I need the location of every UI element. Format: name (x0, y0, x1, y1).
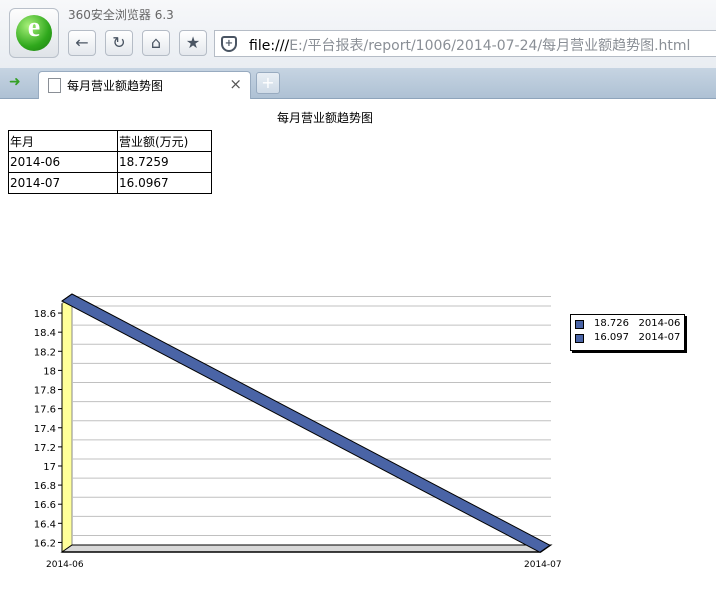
table-row: 2014-07 16.0967 (8, 172, 212, 194)
legend-text: 16.097 2014-07 (594, 332, 680, 343)
address-bar[interactable]: + file:///E:/平台报表/report/1006/2014-07-24… (214, 30, 716, 57)
y-tick-label: 16.4 (34, 519, 56, 530)
y-tick-label: 16.6 (34, 500, 56, 511)
table-cell: 18.7259 (117, 151, 212, 173)
data-point (61, 293, 73, 302)
star-icon: ★ (185, 33, 201, 52)
chart-legend: 18.726 2014-06 16.097 2014-07 (570, 314, 685, 351)
chart-side-wall (61, 295, 73, 553)
logo-letter: e (27, 12, 41, 43)
y-tick-label: 18.2 (34, 347, 56, 358)
y-tick-label: 17.6 (34, 405, 56, 416)
table-header-row: 年月 营业额(万元) (8, 130, 212, 152)
back-arrow-icon: ← (75, 33, 89, 52)
data-point (539, 544, 551, 553)
tab-active[interactable]: 每月营业额趋势图 × (38, 71, 251, 99)
table-cell: 16.0967 (117, 172, 212, 194)
legend-label: 2014-06 (638, 318, 681, 329)
address-url[interactable]: file:///E:/平台报表/report/1006/2014-07-24/每… (249, 35, 690, 55)
legend-label: 2014-07 (638, 332, 681, 343)
shield-icon[interactable]: + (221, 36, 237, 52)
browser-logo-icon[interactable]: e (9, 8, 59, 58)
x-tick-label: 2014-07 (524, 560, 562, 570)
table-cell: 2014-06 (8, 151, 118, 173)
legend-value: 16.097 (594, 332, 629, 343)
header-cell-month: 年月 (8, 130, 118, 152)
page-title: 每月营业额趋势图 (276, 111, 373, 125)
legend-swatch (575, 320, 584, 329)
home-icon: ⌂ (150, 33, 162, 52)
legend-value: 18.726 (594, 318, 629, 329)
y-tick-label: 17.4 (34, 424, 56, 435)
refresh-button[interactable]: ↻ (105, 30, 133, 56)
chart-grid (60, 295, 553, 553)
chart-y-ticks: 18.6 18.4 18.2 18 17.8 17.6 17.4 17.2 17 16.8 16.6… (34, 309, 62, 549)
table-row: 2014-06 18.7259 (8, 151, 212, 173)
legend-text: 18.726 2014-06 (594, 318, 680, 329)
legend-swatch (575, 334, 584, 343)
y-tick-label: 17.8 (34, 386, 56, 397)
document-icon (48, 78, 61, 93)
address-prefix: file:/// (249, 38, 290, 54)
header-cell-revenue: 营业额(万元) (117, 130, 212, 152)
y-tick-label: 17.2 (34, 443, 56, 454)
y-tick-label: 16.2 (34, 538, 56, 549)
chart-x-labels: 2014-06 2014-07 (46, 560, 562, 570)
refresh-icon: ↻ (112, 33, 126, 52)
app-name: 360安全浏览器 6.3 (68, 8, 174, 22)
tab-title: 每月营业额趋势图 (67, 79, 164, 93)
chart-series (61, 293, 551, 553)
y-tick-label: 16.8 (34, 481, 56, 492)
y-tick-label: 18.6 (34, 309, 56, 320)
chart-floor (60, 544, 553, 553)
y-tick-label: 18.4 (34, 328, 56, 339)
sidebar-toggle-icon[interactable]: ➜ (9, 74, 27, 90)
series-line (61, 293, 551, 553)
close-tab-icon[interactable]: × (229, 75, 242, 93)
browser-toolbar: e 360安全浏览器 6.3 ← ↻ ⌂ ★ + file:///E:/平台报表… (0, 0, 716, 69)
tab-bar: ➜ 每月营业额趋势图 × + (0, 68, 716, 99)
home-button[interactable]: ⌂ (142, 30, 170, 56)
table-cell: 2014-07 (8, 172, 118, 194)
revenue-table: 年月 营业额(万元) 2014-06 18.7259 2014-07 16.09… (8, 130, 212, 194)
address-path: E:/平台报表/report/1006/2014-07-24/每月营业额趋势图.… (289, 38, 691, 54)
new-tab-button[interactable]: + (256, 72, 280, 94)
x-tick-label: 2014-06 (46, 560, 84, 570)
y-tick-label: 17 (43, 462, 56, 473)
favorite-button[interactable]: ★ (179, 30, 207, 56)
y-tick-label: 18 (43, 366, 56, 377)
back-button[interactable]: ← (68, 30, 96, 56)
